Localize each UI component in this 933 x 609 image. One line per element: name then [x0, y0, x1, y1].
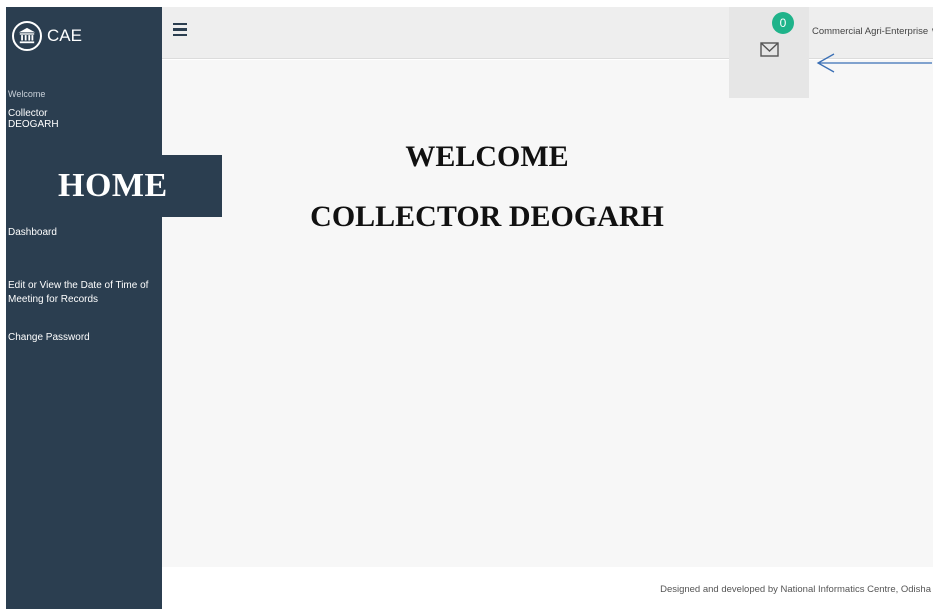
main-content: WELCOME COLLECTOR DEOGARH	[162, 60, 933, 567]
sidebar-item-dashboard[interactable]: Dashboard	[8, 226, 158, 240]
home-label: HOME	[58, 167, 168, 204]
org-dropdown[interactable]: Commercial Agri-Enterprise ∨	[812, 26, 933, 37]
footer: Designed and developed by National Infor…	[162, 567, 933, 609]
welcome-heading: WELCOME	[405, 140, 569, 173]
notification-badge: 0	[772, 12, 794, 34]
brand[interactable]: CAE	[12, 21, 82, 51]
notification-panel[interactable]: 0	[729, 7, 809, 98]
user-name: Collector DEOGARH	[8, 108, 59, 130]
footer-credit: Designed and developed by National Infor…	[660, 584, 931, 595]
sidebar-item-meeting-records[interactable]: Edit or View the Date of Time of Meeting…	[8, 279, 158, 307]
hamburger-icon[interactable]	[173, 23, 187, 37]
envelope-icon[interactable]	[760, 40, 780, 58]
annotation-arrow-icon	[816, 53, 932, 73]
welcome-label: Welcome	[8, 89, 46, 99]
sidebar: CAE Welcome Collector DEOGARH Dashboard …	[6, 7, 162, 609]
brand-name: CAE	[47, 26, 82, 45]
government-building-icon	[12, 21, 42, 51]
collector-heading: COLLECTOR DEOGARH	[310, 200, 664, 233]
app-frame: CAE Welcome Collector DEOGARH Dashboard …	[6, 7, 933, 609]
sidebar-item-change-password[interactable]: Change Password	[8, 331, 158, 345]
home-banner: HOME	[6, 155, 222, 217]
